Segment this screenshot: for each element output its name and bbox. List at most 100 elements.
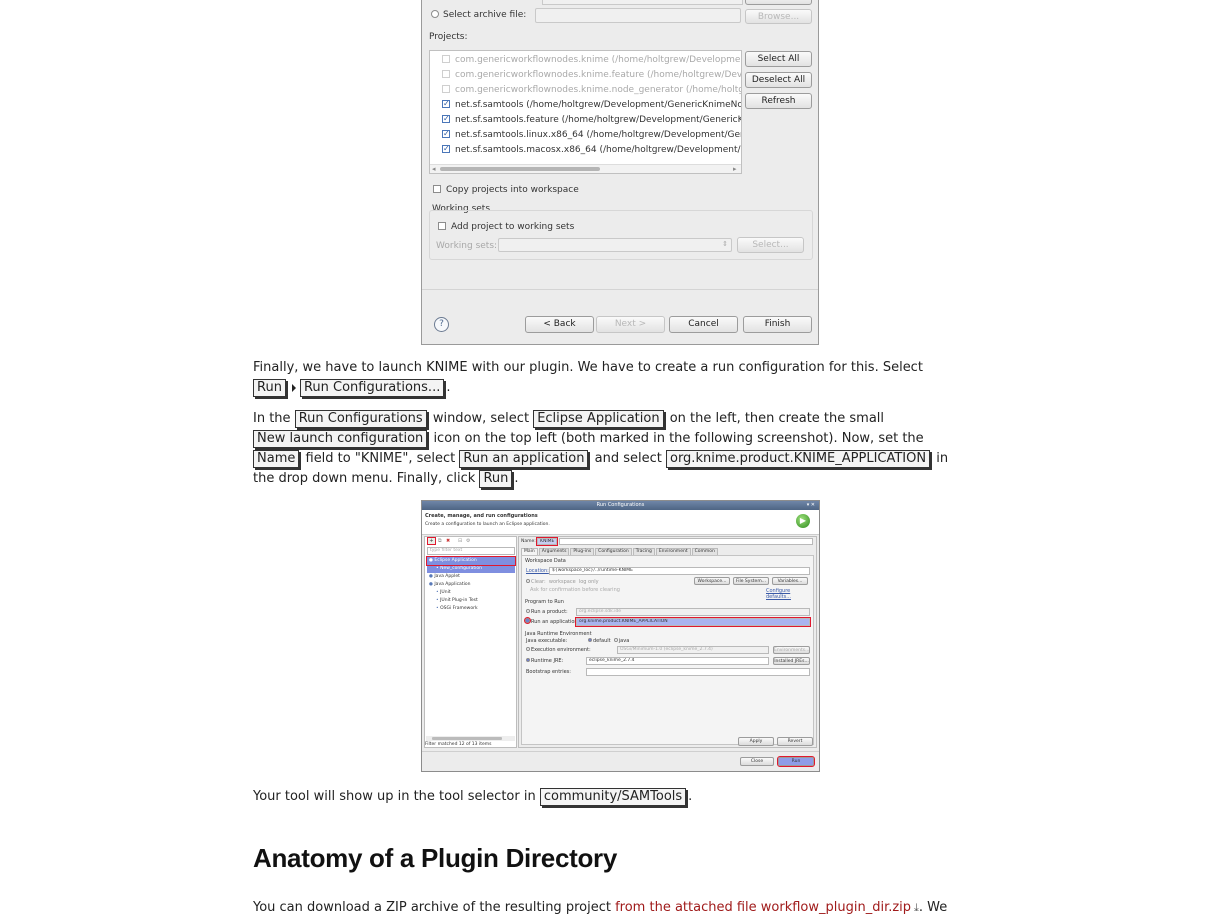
project-row[interactable]: ✓ net.sf.samtools.linux.x86_64 (/home/hol… <box>430 128 741 143</box>
ask-confirmation-label[interactable]: Ask for confirmation before clearing <box>530 587 620 593</box>
run-product-row[interactable]: Run a product: <box>526 608 568 615</box>
workspace-button[interactable]: Workspace... <box>694 577 730 585</box>
finish-button[interactable]: Finish <box>743 316 812 333</box>
back-button[interactable]: < Back <box>525 316 594 333</box>
config-tab[interactable]: Tracing <box>632 548 655 555</box>
project-checkbox[interactable]: ✓ <box>442 129 450 138</box>
config-tree-item[interactable]: • JUnit Plug-in Test <box>427 597 515 605</box>
working-sets-combo[interactable]: ⇕ <box>498 238 732 252</box>
bootstrap-field[interactable] <box>586 668 810 676</box>
browse-button[interactable]: Browse... <box>745 9 812 24</box>
select-archive-radio[interactable] <box>431 9 439 18</box>
paragraph-tool-selector: Your tool will show up in the tool selec… <box>253 788 693 806</box>
java-radio[interactable] <box>613 637 618 642</box>
add-working-sets-row[interactable]: Add project to working sets <box>438 221 574 232</box>
config-tab[interactable]: Plug-ins <box>570 548 595 555</box>
location-field[interactable]: ${workspace_loc}/../runtime-KNIME <box>549 567 810 575</box>
filter-icon[interactable]: ⚙ <box>466 538 470 544</box>
run-product-combo[interactable]: org.eclipse.sdk.ide <box>576 608 810 616</box>
exec-env-radio[interactable] <box>526 646 530 651</box>
close-button[interactable]: Close <box>740 757 774 766</box>
runtime-jre-combo[interactable]: eclipse_knime_2.7.4 <box>586 657 769 665</box>
config-tree-item[interactable]: ● Java Application <box>427 581 515 589</box>
project-checkbox[interactable] <box>442 69 450 78</box>
config-tab[interactable]: Main <box>521 548 538 555</box>
config-tab[interactable]: Arguments <box>538 548 570 555</box>
project-checkbox[interactable]: ✓ <box>442 99 450 108</box>
scroll-left-icon[interactable]: ◂ <box>432 165 436 173</box>
select-all-button[interactable]: Select All <box>745 51 812 67</box>
file-system-button[interactable]: File System... <box>733 577 769 585</box>
installed-jres-button[interactable]: Installed JREs... <box>773 657 810 665</box>
filter-input[interactable]: type filter text <box>427 547 515 555</box>
clear-row[interactable]: Clear: workspace log only <box>526 578 599 585</box>
name-field-rest[interactable] <box>559 538 813 545</box>
tree-scrollbar[interactable] <box>426 736 515 741</box>
run-product-radio[interactable] <box>526 608 530 613</box>
horizontal-scrollbar[interactable]: ◂ ▸ <box>430 164 741 173</box>
project-checkbox[interactable]: ✓ <box>442 114 450 123</box>
next-button[interactable]: Next > <box>596 316 665 333</box>
clear-log-only-option[interactable]: log only <box>579 579 599 585</box>
run-application-combo[interactable]: org.knime.product.KNIME_APPLICATION <box>575 617 811 627</box>
runtime-jre-radio[interactable] <box>526 657 530 662</box>
new-launch-configuration-icon[interactable]: + <box>427 537 436 545</box>
config-tree-item[interactable]: • OSGi Framework <box>427 605 515 613</box>
revert-button[interactable]: Revert <box>777 737 813 746</box>
project-row[interactable]: ✓ net.sf.samtools.macosx.x86_64 (/home/ho… <box>430 143 741 158</box>
config-tree[interactable]: ● Eclipse Application • New_configuration… <box>426 556 516 613</box>
config-tree-item[interactable]: ● Eclipse Application <box>426 556 516 566</box>
archive-file-field[interactable] <box>535 8 741 23</box>
scroll-right-icon[interactable]: ▸ <box>733 165 737 173</box>
name-field[interactable]: KNIME <box>536 537 558 546</box>
project-row[interactable]: ✓ net.sf.samtools.feature (/home/holtgrew… <box>430 113 741 128</box>
root-directory-field[interactable] <box>542 0 743 5</box>
project-checkbox[interactable] <box>442 84 450 93</box>
config-tabs[interactable]: Main Arguments Plug-ins Configuration Tracin… <box>521 548 719 555</box>
deselect-all-button[interactable]: Deselect All <box>745 72 812 88</box>
runtime-jre-row[interactable]: Runtime JRE: <box>526 657 563 664</box>
clear-checkbox[interactable] <box>526 578 530 583</box>
copy-projects-checkbox[interactable] <box>433 184 441 193</box>
browse-root-button[interactable] <box>745 0 812 5</box>
select-archive-radio-row[interactable]: Select archive file: <box>431 9 526 20</box>
apply-button[interactable]: Apply <box>738 737 774 746</box>
variables-button[interactable]: Variables... <box>772 577 808 585</box>
add-working-sets-checkbox[interactable] <box>438 221 446 230</box>
refresh-button[interactable]: Refresh <box>745 93 812 109</box>
project-checkbox[interactable] <box>442 54 450 63</box>
run-application-row[interactable]: Run an application: <box>524 617 579 625</box>
exec-env-row[interactable]: Execution environment: <box>526 646 591 653</box>
copy-projects-row[interactable]: Copy projects into workspace <box>433 184 579 195</box>
configure-defaults-link[interactable]: Configure defaults... <box>766 588 813 600</box>
config-tab[interactable]: Environment <box>655 548 691 555</box>
config-tree-item[interactable]: • JUnit <box>427 589 515 597</box>
run-button[interactable]: Run <box>777 756 815 767</box>
window-controls-icon[interactable]: ▾ ✕ <box>807 502 815 508</box>
help-icon[interactable]: ? <box>434 317 449 332</box>
project-row[interactable]: com.genericworkflownodes.knime.feature (… <box>430 68 741 83</box>
cancel-button[interactable]: Cancel <box>669 316 738 333</box>
collapse-icon[interactable]: ⊟ <box>458 538 462 544</box>
exec-env-combo[interactable]: OSGi/Minimum-1.0 (eclipse_knime_2.7.4) <box>617 646 769 654</box>
project-row[interactable]: ✓ net.sf.samtools (/home/holtgrew/Develop… <box>430 98 741 113</box>
download-link[interactable]: from the attached file workflow_plugin_d… <box>615 900 911 915</box>
delete-icon[interactable]: ✖ <box>446 538 450 544</box>
config-tree-item[interactable]: • New_configuration <box>427 565 515 573</box>
project-row[interactable]: com.genericworkflownodes.knime.node_gene… <box>430 83 741 98</box>
config-tree-item[interactable]: ● Java Applet <box>427 573 515 581</box>
config-tab[interactable]: Common <box>691 548 718 555</box>
default-radio[interactable] <box>588 637 592 642</box>
duplicate-icon[interactable]: ⧉ <box>438 538 442 544</box>
select-working-sets-button[interactable]: Select... <box>737 237 804 253</box>
project-row[interactable]: com.genericworkflownodes.knime (/home/ho… <box>430 53 741 68</box>
environments-button[interactable]: Environments... <box>773 646 810 654</box>
java-executable-options[interactable]: default java <box>588 637 629 644</box>
tree-scrollbar-thumb[interactable] <box>432 737 502 740</box>
clear-workspace-option[interactable]: workspace <box>549 579 576 585</box>
scrollbar-thumb[interactable] <box>440 167 600 171</box>
projects-list[interactable]: com.genericworkflownodes.knime (/home/ho… <box>429 50 742 174</box>
project-checkbox[interactable]: ✓ <box>442 144 450 153</box>
config-tab[interactable]: Configuration <box>595 548 632 555</box>
run-application-radio[interactable] <box>524 617 531 624</box>
